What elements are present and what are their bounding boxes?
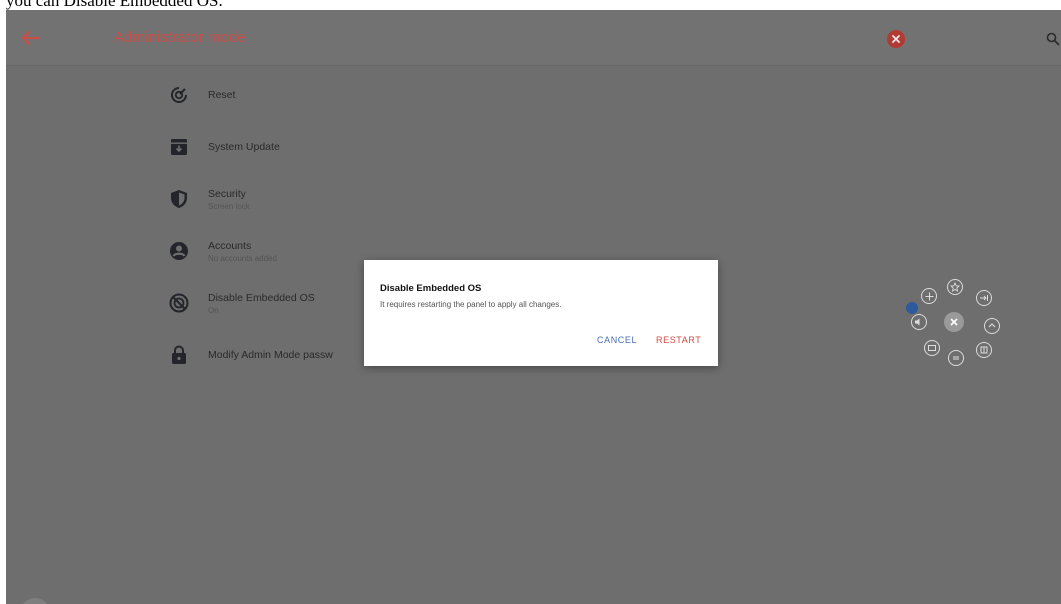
settings-item-title: Security [208,188,246,200]
settings-shortcut-button[interactable] [976,342,992,358]
settings-item-title: Disable Embedded OS [208,292,315,304]
search-icon [1046,32,1060,46]
settings-item-subtitle: On [208,306,219,315]
settings-item-title: System Update [208,141,280,153]
move-button[interactable] [921,288,937,304]
dialog-message: It requires restarting the panel to appl… [380,300,562,309]
app-bar: Administrator mode [6,10,1061,66]
screenshot-icon [928,345,936,351]
disable-os-icon [168,292,190,314]
page-title: Administrator mode [114,29,246,46]
arrow-left-icon [21,30,39,46]
close-icon [950,318,958,326]
volume-icon [915,318,920,326]
whiteboard-icon [953,356,959,360]
close-circle-icon [892,35,900,43]
settings-item-subtitle: Screen lock [208,202,250,211]
settings-item-title: Modify Admin Mode passw [208,349,333,361]
shield-icon [168,188,190,210]
caption-text: you can Disable Embedded OS. [6,0,223,10]
whiteboard-button[interactable] [948,350,964,366]
settings-item-reset[interactable]: Reset [156,70,456,122]
back-button[interactable] [16,24,44,52]
account-circle-icon [168,240,190,262]
volume-button[interactable] [911,314,927,330]
settings-item-system-update[interactable]: System Update [156,122,456,174]
grid-icon [980,346,988,354]
menu-toggle-dot[interactable] [906,302,918,314]
system-update-icon [168,136,190,158]
disable-os-dialog: Disable Embedded OS It requires restarti… [364,260,718,366]
settings-item-subtitle: No accounts added [208,254,277,263]
restart-button[interactable]: RESTART [656,335,701,345]
input-button[interactable] [976,290,992,306]
favorite-button[interactable] [947,279,963,295]
home-icon [988,323,996,328]
device-screen: Administrator mode Reset System Update S… [6,10,1061,604]
reset-icon [168,84,190,106]
input-icon [980,295,988,301]
star-icon [950,282,960,292]
screenshot-button[interactable] [924,340,940,356]
corner-handle[interactable] [20,598,50,604]
dialog-title: Disable Embedded OS [380,283,482,294]
settings-item-title: Reset [208,89,236,101]
home-button[interactable] [984,318,1000,334]
close-button[interactable] [887,30,905,48]
floating-menu [901,267,1011,377]
search-button[interactable] [1042,28,1061,50]
lock-icon [168,344,190,366]
settings-item-security[interactable]: Security Screen lock [156,174,456,226]
move-icon [925,292,933,300]
close-menu-button[interactable] [944,312,964,332]
cancel-button[interactable]: CANCEL [597,335,637,345]
settings-item-title: Accounts [208,240,252,252]
